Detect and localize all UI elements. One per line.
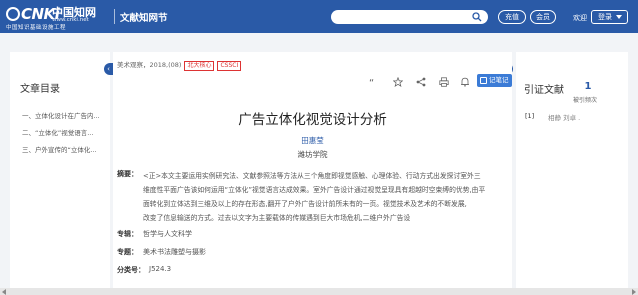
toc-title: 文章目录 xyxy=(20,84,60,95)
bell-icon[interactable] xyxy=(460,77,470,87)
toc-panel: 文章目录 一、立体化设计在广告内... 二、“立体化”视觉语言... 三、户外宣… xyxy=(10,52,110,288)
cnki-logo[interactable]: CNKi 中国知网 www.cnki.net 中国知识基础设施工程 xyxy=(6,3,111,31)
quote-icon[interactable]: “ xyxy=(368,77,378,87)
article-title: 广告立体化视觉设计分析 xyxy=(238,112,387,128)
citation-index: [1] xyxy=(525,112,535,120)
share-icon[interactable] xyxy=(416,77,426,87)
source-line: 美术观察，2018,(08) 北大核心 CSSCI xyxy=(117,59,242,71)
source-journal[interactable]: 美术观察，2018,(08) xyxy=(117,61,181,69)
take-note-label: 记笔记 xyxy=(489,76,509,84)
toc-item[interactable]: 三、户外宣传的“立体化... xyxy=(22,144,108,154)
affiliation-link[interactable]: 潍坊学院 xyxy=(113,149,512,160)
abstract-line: <正>本文主要运用实例研究法、文献参照法等方法从三个角度即视觉感触、心理体验、行… xyxy=(143,172,481,180)
favorite-star-icon[interactable] xyxy=(393,77,403,87)
top-header: CNKi 中国知网 www.cnki.net 中国知识基础设施工程 文献知网节 … xyxy=(0,0,638,33)
horizontal-scrollbar[interactable] xyxy=(0,288,638,295)
logo-circle-icon xyxy=(6,7,20,21)
welcome-text: 欢迎 xyxy=(573,14,587,22)
citation-count[interactable]: 1 xyxy=(580,81,596,92)
cssci-tag: CSSCI xyxy=(217,61,242,71)
citation-panel: 引证文献 1 被引频次 [1] 相静 刘卓 . xyxy=(516,52,628,288)
subject-label: 专题： xyxy=(117,248,138,256)
print-icon[interactable] xyxy=(439,77,449,87)
abstract-text: <正>本文主要运用实例研究法、文献参照法等方法从三个角度即视觉感触、心理体验、行… xyxy=(143,169,511,225)
recharge-button[interactable]: 充值 xyxy=(498,10,526,24)
scroll-left-arrow-icon[interactable] xyxy=(2,289,6,295)
classno-label: 分类号： xyxy=(117,266,145,274)
member-button[interactable]: 会员 xyxy=(530,10,556,24)
login-label: 登录 xyxy=(598,13,612,21)
article-panel: 美术观察，2018,(08) 北大核心 CSSCI “ 记笔记 广告立体化视觉设计分… xyxy=(113,52,512,295)
topic-value[interactable]: 哲学与人文科学 xyxy=(143,229,192,239)
classno-value: J524.3 xyxy=(149,265,172,273)
citation-authors[interactable]: 相静 刘卓 . xyxy=(548,112,580,122)
abstract-line: 面转化到立体达到三维及以上的存在形态,翻开了户外广告设计前所未有的一页。视觉技术… xyxy=(143,200,467,208)
section-title: 文献知网节 xyxy=(120,13,168,24)
take-note-button[interactable]: 记笔记 xyxy=(477,74,512,87)
abstract-label: 摘要： xyxy=(117,170,138,178)
abstract-line: 维度性平面广告该如何运用“立体化”视觉语言达成效果。室外广告设计通过视觉呈现具有… xyxy=(143,186,486,194)
logo-subtitle: 中国知识基础设施工程 xyxy=(6,25,67,31)
topic-label: 专辑： xyxy=(117,230,138,238)
subject-value[interactable]: 美术书法雕塑与摄影 xyxy=(143,247,206,257)
chevron-down-icon xyxy=(616,15,622,19)
page: CNKi 中国知网 www.cnki.net 中国知识基础设施工程 文献知网节 … xyxy=(0,0,638,295)
note-icon xyxy=(480,77,487,84)
abstract-line: 改变了信息输送的方式。过去以文字为主要载体的传媒遇到巨大市场危机,二维户外广告设 xyxy=(143,214,411,222)
search-input[interactable] xyxy=(331,10,488,24)
svg-text:“: “ xyxy=(369,78,374,87)
search-icon[interactable] xyxy=(472,12,482,22)
login-button[interactable]: 登录 xyxy=(591,10,628,24)
core-tag: 北大核心 xyxy=(184,61,215,71)
toc-item[interactable]: 二、“立体化”视觉语言... xyxy=(22,127,108,137)
scroll-right-arrow-icon[interactable] xyxy=(632,289,636,295)
author-link[interactable]: 田惠莹 xyxy=(113,135,512,146)
toc-item[interactable]: 一、立体化设计在广告内... xyxy=(22,110,108,120)
header-divider xyxy=(114,9,115,24)
citation-title: 引证文献 xyxy=(524,85,564,96)
collapse-left-icon[interactable]: ‹ xyxy=(104,63,113,75)
citation-count-label: 被引频次 xyxy=(573,97,598,104)
